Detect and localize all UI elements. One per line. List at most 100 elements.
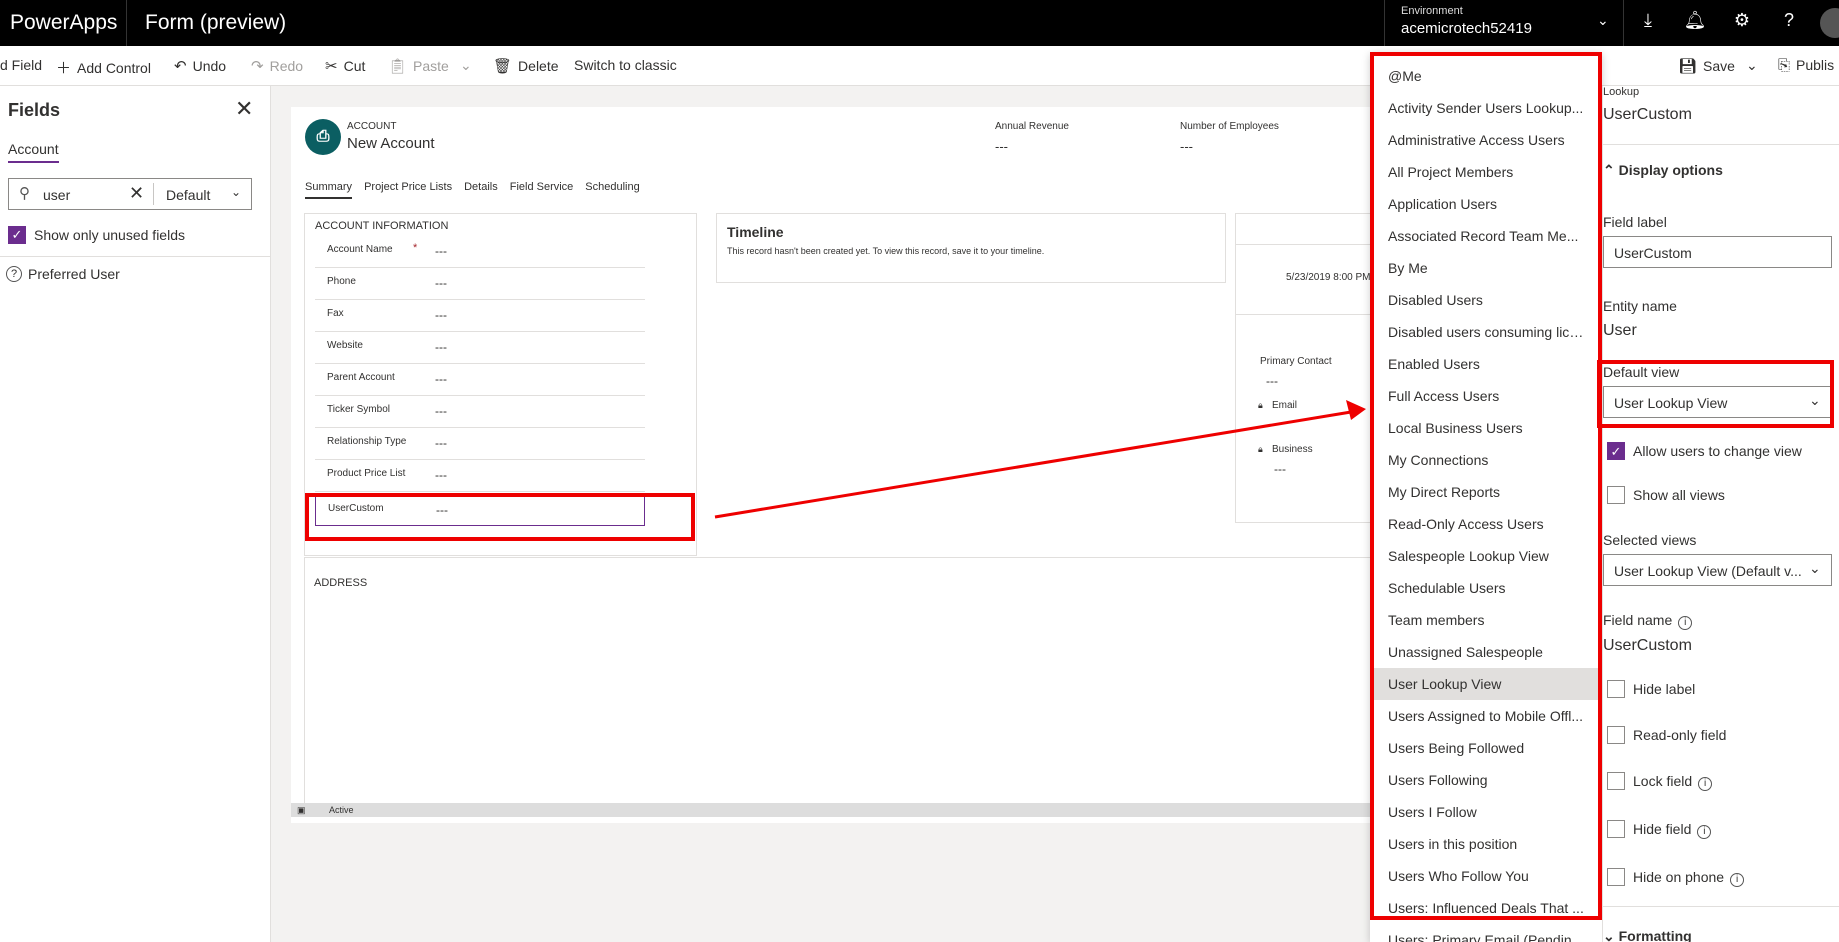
- hide-field-checkbox[interactable]: [1607, 820, 1625, 838]
- chevron-up-icon: ⌃: [1603, 162, 1619, 178]
- paste-button[interactable]: 📋︎ Paste: [388, 57, 449, 75]
- redo-button[interactable]: ↷ Redo: [251, 57, 303, 75]
- help-circle-icon: ?: [6, 266, 22, 282]
- allow-change-view-checkbox[interactable]: ✓: [1607, 442, 1625, 460]
- lock-field-text: Lock field: [1633, 773, 1693, 789]
- cut-label: Cut: [343, 58, 366, 74]
- form-icon: ▣: [297, 805, 306, 815]
- allow-change-view-label: Allow users to change view: [1633, 443, 1802, 459]
- default-view-dropdown-list: @Me Activity Sender Users Lookup... Admini…: [1370, 52, 1602, 942]
- chevron-down-icon[interactable]: ⌄: [231, 185, 241, 199]
- tab-account[interactable]: Account: [8, 141, 59, 163]
- hide-label-checkbox[interactable]: [1607, 680, 1625, 698]
- undo-label: Undo: [192, 58, 227, 74]
- formatting-header[interactable]: ⌄ Formatting: [1603, 928, 1692, 942]
- environment-name: acemicrotech52419: [1401, 20, 1532, 37]
- field-item-preferred-user[interactable]: Preferred User: [28, 266, 120, 282]
- gear-icon[interactable]: ⚙: [1730, 10, 1754, 34]
- app-name[interactable]: PowerApps: [10, 11, 117, 35]
- add-field-button[interactable]: d Field: [0, 57, 42, 73]
- properties-panel: Lookup UserCustom ⌃ Display options Fiel…: [1597, 86, 1839, 942]
- selected-views-label: Selected views: [1603, 532, 1697, 548]
- chevron-down-icon: ⌄: [1809, 560, 1821, 576]
- add-control-label: Add Control: [77, 60, 151, 76]
- fields-panel: Fields ✕ Account ⚲ user ✕ Default ⌄ ✓ Sh…: [0, 86, 271, 942]
- form-title: Form (preview): [145, 11, 287, 34]
- divider: [126, 0, 127, 46]
- switch-classic-label: Switch to classic: [574, 57, 677, 73]
- trash-icon: 🗑︎: [493, 58, 513, 75]
- field-name-value: UserCustom: [1603, 637, 1692, 654]
- delete-button[interactable]: 🗑︎ Delete: [493, 57, 559, 75]
- cut-button[interactable]: ✂ Cut: [325, 57, 365, 75]
- publish-icon: ⎘: [1778, 57, 1791, 74]
- bell-icon[interactable]: 🔔︎: [1683, 10, 1707, 34]
- form-canvas: ⎙ ACCOUNT New Account Annual Revenue ---…: [291, 107, 1372, 823]
- field-search: ⚲ user ✕ Default ⌄: [8, 178, 252, 210]
- divider: [0, 256, 271, 257]
- entity-name-label: Entity name: [1603, 298, 1677, 314]
- chevron-down-icon: ⌄: [1597, 12, 1609, 28]
- read-only-label: Read-only field: [1633, 727, 1727, 743]
- field-name-label-text: Field name: [1603, 612, 1673, 628]
- hide-field-label: Hide field i: [1633, 821, 1712, 839]
- selected-views-select[interactable]: User Lookup View (Default v... ⌄: [1603, 554, 1832, 586]
- read-only-checkbox[interactable]: [1607, 726, 1625, 744]
- property-type: Lookup: [1603, 86, 1640, 98]
- info-icon[interactable]: i: [1678, 616, 1693, 630]
- show-all-views-label: Show all views: [1633, 487, 1725, 503]
- field-label-value: UserCustom: [1614, 245, 1692, 261]
- clipboard-icon: 📋︎: [388, 58, 408, 75]
- avatar[interactable]: [1820, 8, 1839, 38]
- info-icon[interactable]: i: [1697, 825, 1712, 839]
- entity-name-value: User: [1603, 322, 1637, 339]
- undo-button[interactable]: ↶ Undo: [174, 57, 226, 75]
- status-text: Active: [329, 805, 354, 815]
- close-icon[interactable]: ✕: [235, 96, 253, 122]
- add-control-button[interactable]: ＋ Add Control: [56, 57, 151, 78]
- switch-classic-button[interactable]: Switch to classic: [574, 57, 677, 73]
- help-icon[interactable]: ?: [1777, 10, 1801, 34]
- scissors-icon: ✂: [325, 58, 338, 75]
- field-label-input[interactable]: UserCustom: [1603, 236, 1832, 268]
- lock-field-checkbox[interactable]: [1607, 772, 1625, 790]
- add-field-label: d Field: [0, 57, 43, 73]
- chevron-down-icon: ⌄: [1603, 928, 1619, 942]
- info-icon[interactable]: i: [1698, 777, 1713, 791]
- environment-label: Environment: [1401, 5, 1463, 17]
- annotation-highlight: [1370, 52, 1602, 920]
- annotation-highlight: [1597, 360, 1834, 428]
- divider: [1603, 906, 1839, 907]
- search-input[interactable]: user: [43, 187, 70, 203]
- info-icon[interactable]: i: [1730, 873, 1745, 887]
- clear-search-icon[interactable]: ✕: [129, 183, 144, 204]
- status-bar: ▣ Active: [291, 803, 1371, 817]
- hide-on-phone-checkbox[interactable]: [1607, 868, 1625, 886]
- hide-label-label: Hide label: [1633, 681, 1696, 697]
- filter-dropdown[interactable]: Default: [166, 187, 210, 203]
- environment-picker[interactable]: Environment acemicrotech52419 ⌄: [1384, 0, 1624, 46]
- save-dropdown-chevron-icon[interactable]: ⌄: [1746, 57, 1758, 74]
- show-all-views-checkbox[interactable]: [1607, 486, 1625, 504]
- hide-field-text: Hide field: [1633, 821, 1692, 837]
- display-options-header[interactable]: ⌃ Display options: [1603, 162, 1723, 179]
- paste-dropdown-chevron-icon[interactable]: ⌄: [460, 57, 472, 74]
- publish-button[interactable]: ⎘ Publis: [1778, 57, 1834, 74]
- undo-icon: ↶: [174, 58, 187, 75]
- save-button[interactable]: 💾︎ Save: [1678, 57, 1735, 75]
- divider: [153, 183, 154, 205]
- show-unused-checkbox[interactable]: ✓: [8, 226, 26, 244]
- annotation-arrow: [714, 400, 1366, 519]
- hide-on-phone-text: Hide on phone: [1633, 869, 1725, 885]
- hide-on-phone-label: Hide on phone i: [1633, 869, 1745, 887]
- fields-title: Fields: [8, 100, 61, 120]
- field-label-label: Field label: [1603, 214, 1667, 230]
- view-list-item[interactable]: Users: Primary Email (Pending...: [1370, 924, 1602, 942]
- field-name-label: Field name i: [1603, 612, 1693, 630]
- save-label: Save: [1703, 58, 1735, 74]
- formatting-label: Formatting: [1618, 928, 1692, 942]
- property-name: UserCustom: [1603, 106, 1692, 123]
- download-icon[interactable]: ⤓: [1636, 10, 1660, 34]
- publish-label: Publis: [1796, 57, 1835, 73]
- display-options-label: Display options: [1618, 162, 1723, 178]
